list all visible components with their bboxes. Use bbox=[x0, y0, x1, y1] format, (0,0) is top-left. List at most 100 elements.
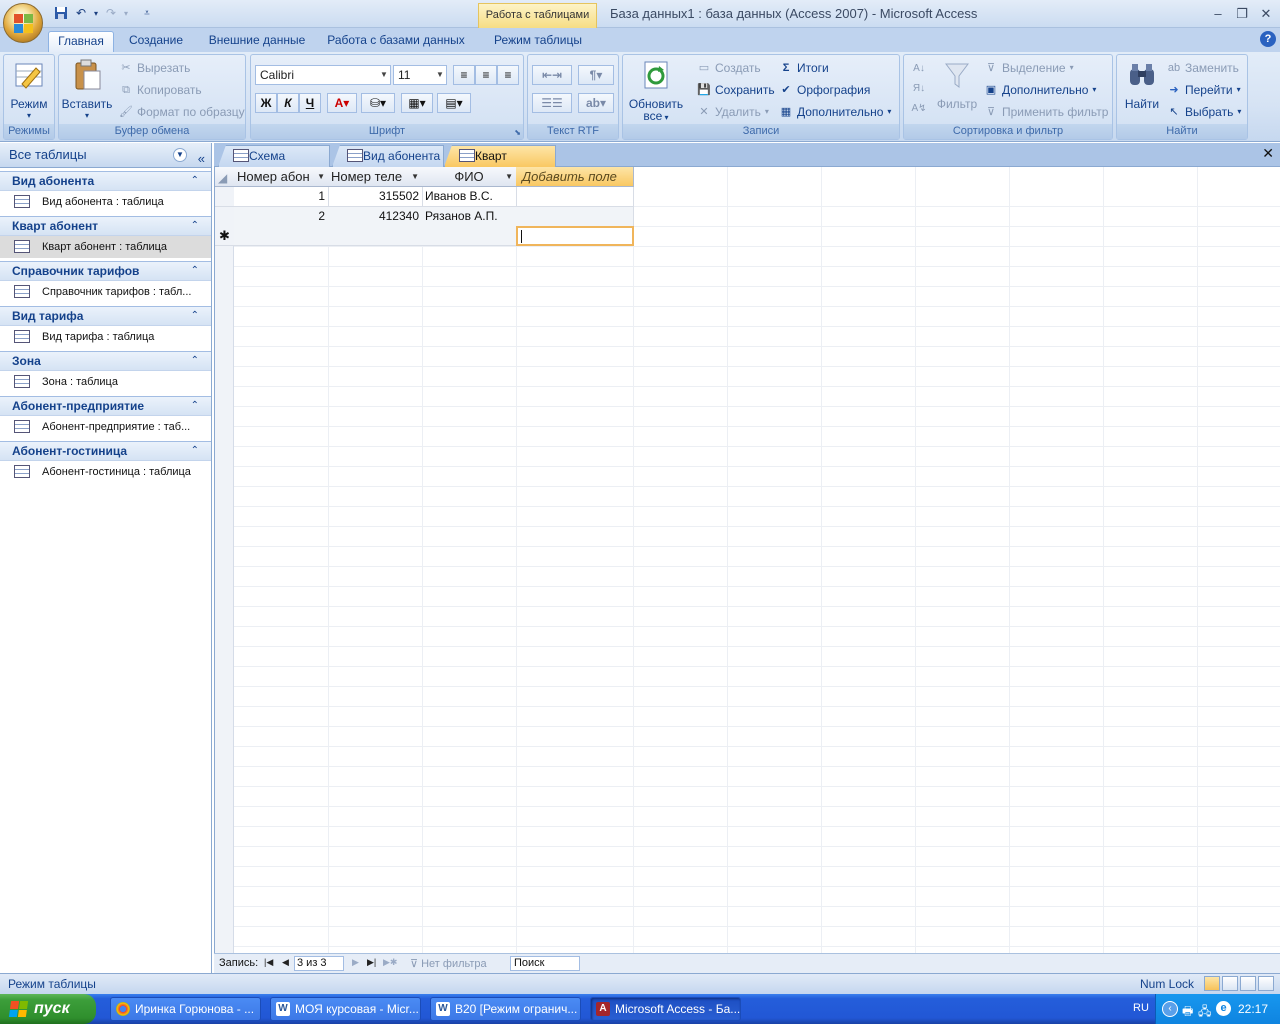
view-button[interactable]: Режим ▾ bbox=[6, 59, 52, 120]
sort-ascending-icon[interactable]: A↓ bbox=[910, 59, 928, 79]
chevron-up-icon[interactable]: ⌃ bbox=[191, 172, 199, 190]
new-row-selector[interactable]: ✱ bbox=[215, 226, 234, 246]
nav-pane-header[interactable]: Все таблицы ▼ « bbox=[0, 143, 211, 168]
chevron-down-icon[interactable]: ▼ bbox=[505, 167, 513, 186]
network-icon[interactable]: 🖧 bbox=[1198, 1002, 1211, 1023]
sort-icons[interactable]: A↓ Я↓ A↯ bbox=[910, 59, 928, 119]
redo-dropdown-icon[interactable]: ▾ bbox=[122, 4, 130, 22]
undo-icon[interactable]: ↶ bbox=[72, 4, 90, 22]
goto-button[interactable]: ➜ Перейти ▾ bbox=[1167, 80, 1240, 100]
chevron-up-icon[interactable]: ⌃ bbox=[191, 352, 199, 370]
pivot-table-view-icon[interactable] bbox=[1222, 976, 1238, 991]
filter-button[interactable]: Фильтр bbox=[934, 59, 980, 119]
underline-button[interactable]: Ч bbox=[299, 93, 321, 113]
tab-vid-abonenta[interactable]: Вид абонента bbox=[332, 145, 444, 167]
close-button[interactable]: ✕ bbox=[1256, 6, 1276, 22]
column-header-fio[interactable]: ФИО ▼ bbox=[422, 167, 517, 187]
new-row-cell[interactable] bbox=[422, 226, 517, 246]
selection-filter-button[interactable]: ⊽ Выделение ▾ bbox=[984, 58, 1074, 78]
printer-icon[interactable]: 🖶 bbox=[1182, 1002, 1193, 1023]
last-record-icon[interactable]: ▶| bbox=[367, 957, 376, 968]
font-color-button[interactable]: A▾ bbox=[327, 93, 357, 113]
office-button[interactable] bbox=[3, 3, 43, 43]
dialog-launcher-icon[interactable]: ⬊ bbox=[514, 128, 521, 137]
active-cell[interactable] bbox=[516, 226, 634, 246]
column-header-add-field[interactable]: Добавить поле bbox=[516, 167, 634, 187]
table-cell[interactable]: 1 bbox=[234, 187, 329, 207]
refresh-all-button[interactable]: Обновить все ▾ bbox=[625, 59, 687, 123]
more-records-button[interactable]: ▦ Дополнительно ▾ bbox=[779, 102, 892, 122]
italic-button[interactable]: К bbox=[277, 93, 299, 113]
bold-button[interactable]: Ж bbox=[255, 93, 277, 113]
column-header-abonent-number[interactable]: Номер абон ▼ bbox=[234, 167, 329, 187]
highlight-button[interactable]: ab▾ bbox=[578, 93, 614, 113]
tab-datasheet[interactable]: Режим таблицы bbox=[484, 31, 592, 52]
customize-qat-icon[interactable]: ⩡ bbox=[140, 4, 154, 22]
datasheet-view-icon[interactable] bbox=[1204, 976, 1220, 991]
nav-table-item[interactable]: Вид тарифа : таблица bbox=[0, 326, 211, 348]
alternate-fill-button[interactable]: ▤▾ bbox=[437, 93, 471, 113]
copy-button[interactable]: ⧉ Копировать bbox=[119, 80, 202, 100]
font-size-select[interactable]: 11 ▼ bbox=[393, 65, 447, 85]
tray-expand-icon[interactable]: ‹ bbox=[1162, 1001, 1178, 1017]
select-button[interactable]: ↖ Выбрать ▾ bbox=[1167, 102, 1241, 122]
taskbar-item-access[interactable]: A Microsoft Access - Ба... bbox=[590, 997, 741, 1021]
tab-kvart-abonent[interactable]: Кварт абонент bbox=[444, 145, 556, 167]
chevron-up-icon[interactable]: ⌃ bbox=[191, 217, 199, 235]
skype-icon[interactable]: e bbox=[1216, 1001, 1231, 1016]
collapse-pane-icon[interactable]: « bbox=[198, 147, 205, 171]
nav-group-header[interactable]: Абонент-гостиница ⌃ bbox=[0, 441, 211, 461]
no-filter-button[interactable]: ⊽ Нет фильтра bbox=[410, 957, 487, 970]
help-icon[interactable]: ? bbox=[1260, 31, 1276, 47]
tab-home[interactable]: Главная bbox=[48, 31, 114, 52]
taskbar-item-word-1[interactable]: W МОЯ курсовая - Micr... bbox=[270, 997, 421, 1021]
taskbar-item-chrome[interactable]: Иринка Горюнова - ... bbox=[110, 997, 261, 1021]
table-cell[interactable]: 412340 bbox=[328, 207, 423, 227]
record-position-input[interactable]: 3 из 3 bbox=[294, 956, 344, 971]
tab-external-data[interactable]: Внешние данные bbox=[202, 31, 312, 52]
paragraph-direction-button[interactable]: ¶▾ bbox=[578, 65, 614, 85]
tab-relationships[interactable]: Схема данных bbox=[218, 145, 330, 167]
tab-database-tools[interactable]: Работа с базами данных bbox=[322, 31, 470, 52]
close-document-icon[interactable]: ✕ bbox=[1262, 145, 1274, 162]
nav-table-item[interactable]: Кварт абонент : таблица bbox=[0, 236, 211, 258]
format-painter-button[interactable]: 🖌 Формат по образцу bbox=[119, 102, 245, 122]
table-cell[interactable]: 315502 bbox=[328, 187, 423, 207]
sort-descending-icon[interactable]: Я↓ bbox=[910, 79, 928, 99]
search-input[interactable]: Поиск bbox=[510, 956, 580, 971]
nav-group-header[interactable]: Справочник тарифов ⌃ bbox=[0, 261, 211, 281]
new-record-nav-icon[interactable]: ▶✱ bbox=[383, 957, 397, 968]
language-indicator[interactable]: RU bbox=[1133, 1002, 1149, 1014]
chevron-down-icon[interactable]: ▼ bbox=[317, 167, 325, 186]
row-selector[interactable] bbox=[215, 187, 234, 207]
redo-icon[interactable]: ↷ bbox=[102, 4, 120, 22]
nav-group-header[interactable]: Вид абонента ⌃ bbox=[0, 171, 211, 191]
nav-table-item[interactable]: Абонент-предприятие : таб... bbox=[0, 416, 211, 438]
align-left-button[interactable]: ≡ bbox=[453, 65, 475, 85]
table-cell[interactable]: 2 bbox=[234, 207, 329, 227]
align-center-button[interactable]: ≡ bbox=[475, 65, 497, 85]
next-record-icon[interactable]: ▶ bbox=[352, 957, 359, 968]
cut-button[interactable]: ✂ Вырезать bbox=[119, 58, 190, 78]
select-all-corner[interactable]: ◢ bbox=[215, 167, 235, 187]
find-button[interactable]: Найти bbox=[1119, 59, 1165, 119]
column-header-phone-number[interactable]: Номер теле ▼ bbox=[328, 167, 423, 187]
delete-record-button[interactable]: ✕ Удалить ▾ bbox=[697, 102, 768, 122]
design-view-icon[interactable] bbox=[1258, 976, 1274, 991]
table-cell[interactable]: Рязанов А.П. bbox=[422, 207, 517, 227]
table-cell[interactable]: Иванов В.С. bbox=[422, 187, 517, 207]
gridlines-button[interactable]: ▦▾ bbox=[401, 93, 433, 113]
nav-table-item[interactable]: Справочник тарифов : табл... bbox=[0, 281, 211, 303]
previous-record-icon[interactable]: ◀ bbox=[282, 957, 289, 968]
taskbar-item-word-2[interactable]: W В20 [Режим огранич... bbox=[430, 997, 581, 1021]
nav-table-item[interactable]: Вид абонента : таблица bbox=[0, 191, 211, 213]
apply-filter-button[interactable]: ⊽ Применить фильтр bbox=[984, 102, 1108, 122]
undo-dropdown-icon[interactable]: ▾ bbox=[92, 4, 100, 22]
nav-table-item[interactable]: Зона : таблица bbox=[0, 371, 211, 393]
font-name-select[interactable]: Calibri ▼ bbox=[255, 65, 391, 85]
paste-button[interactable]: Вставить ▾ bbox=[61, 59, 113, 120]
new-row-cell[interactable] bbox=[328, 226, 423, 246]
fill-color-button[interactable]: ⛁▾ bbox=[361, 93, 395, 113]
first-record-icon[interactable]: |◀ bbox=[264, 957, 273, 968]
nav-group-header[interactable]: Кварт абонент ⌃ bbox=[0, 216, 211, 236]
